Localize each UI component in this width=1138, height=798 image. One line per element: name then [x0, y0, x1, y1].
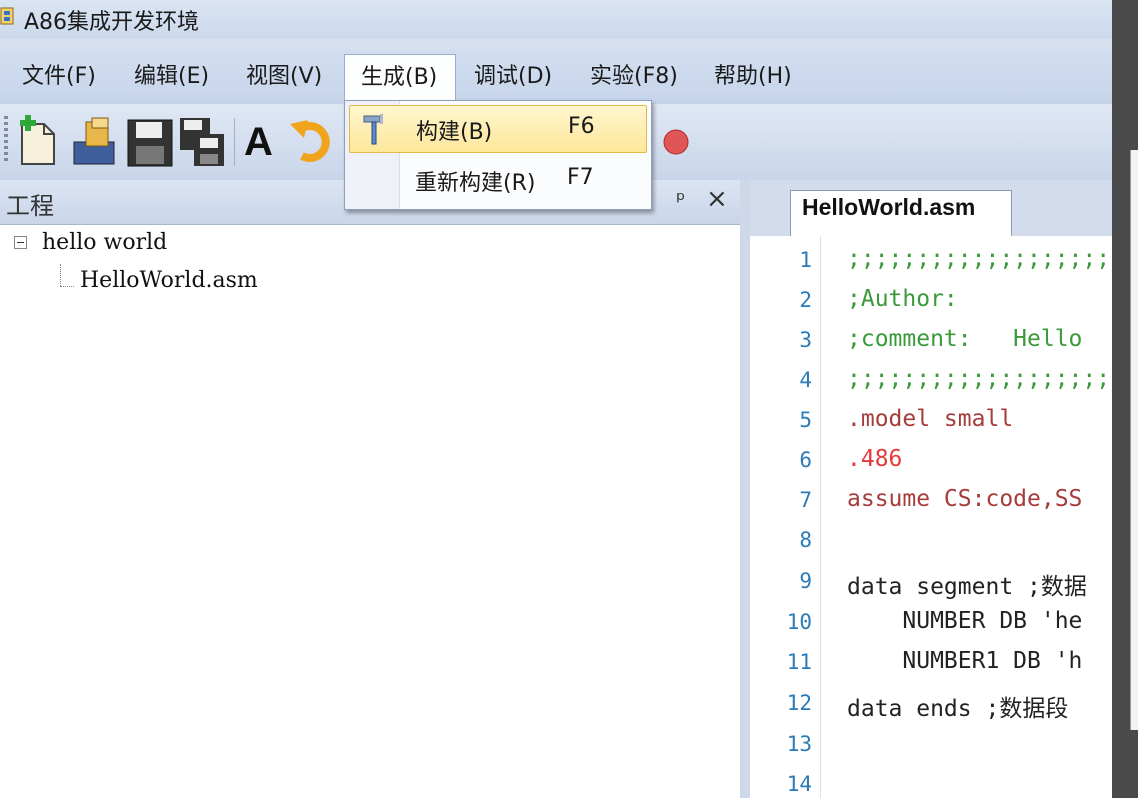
- line-number: 9: [799, 569, 812, 593]
- project-pane: 工程 ᵖ × hello world HelloWorld.asm: [0, 180, 740, 798]
- menu-bar: 文件(F) 编辑(E) 视图(V) 生成(B) 调试(D) 实验(F8) 帮助(…: [0, 50, 1112, 104]
- line-number: 3: [799, 328, 812, 352]
- line-number: 10: [786, 610, 812, 634]
- code-line: NUMBER DB 'he: [847, 608, 1083, 634]
- line-number: 7: [799, 488, 812, 512]
- close-pane-icon[interactable]: ×: [706, 184, 728, 214]
- line-number: 4: [799, 368, 812, 392]
- title-bar: A86集成开发环境: [0, 0, 1112, 38]
- line-number-gutter: 1 2 3 4 5 6 7 8 9 10 11 12 13 14: [750, 236, 821, 798]
- menu-edit[interactable]: 编辑(E): [134, 54, 209, 100]
- menu-debug[interactable]: 调试(D): [474, 54, 552, 100]
- menu-item-rebuild-label: 重新构建(R): [415, 171, 536, 196]
- menu-view[interactable]: 视图(V): [246, 54, 322, 100]
- code-line: ;;;;;;;;;;;;;;;;;;;;: [847, 246, 1112, 272]
- line-number: 8: [799, 528, 812, 552]
- line-number: 6: [799, 448, 812, 472]
- save-all-icon[interactable]: [176, 114, 228, 170]
- save-icon[interactable]: [124, 114, 176, 170]
- menu-item-build-shortcut: F6: [568, 114, 595, 139]
- code-line: ;comment: Hello: [847, 326, 1083, 352]
- code-line: NUMBER1 DB 'h: [847, 648, 1083, 674]
- pin-icon[interactable]: ᵖ: [676, 188, 685, 213]
- line-number: 12: [786, 691, 812, 715]
- toolbar-separator: [234, 118, 235, 166]
- window-title: A86集成开发环境: [24, 10, 200, 35]
- code-line: assume CS:code,SS: [847, 486, 1083, 512]
- menu-experiment[interactable]: 实验(F8): [590, 54, 678, 100]
- project-pane-title: 工程: [6, 192, 54, 220]
- code-line: ;;;;;;;;;;;;;;;;;;;;: [847, 366, 1112, 392]
- code-editor[interactable]: 1 2 3 4 5 6 7 8 9 10 11 12 13 14 ;;;;;;;…: [750, 236, 1112, 798]
- new-file-icon[interactable]: [12, 114, 64, 170]
- project-tree: hello world HelloWorld.asm: [0, 224, 740, 798]
- menu-file[interactable]: 文件(F): [22, 54, 96, 100]
- menu-item-build[interactable]: 构建(B) F6: [349, 105, 647, 153]
- code-line: data segment ;数据: [847, 574, 1087, 600]
- menu-help[interactable]: 帮助(H): [714, 54, 792, 100]
- menu-build[interactable]: 生成(B): [344, 54, 456, 104]
- pane-splitter[interactable]: [740, 180, 750, 798]
- toolbar-grip[interactable]: [4, 116, 8, 164]
- line-number: 1: [799, 248, 812, 272]
- side-panel-edge: [1130, 150, 1138, 730]
- tree-connector: [60, 286, 74, 287]
- tree-connector: [60, 264, 61, 286]
- menu-item-rebuild[interactable]: 重新构建(R) F7: [349, 157, 647, 205]
- collapse-toggle-icon[interactable]: [14, 236, 27, 249]
- window-icon: [0, 7, 14, 25]
- code-line: data ends ;数据段: [847, 696, 1069, 722]
- tab-helloworld-label: HelloWorld.asm: [802, 194, 976, 220]
- tree-node-file[interactable]: HelloWorld.asm: [80, 268, 258, 293]
- code-line: ;Author:: [847, 286, 958, 312]
- tree-node-project[interactable]: hello world: [42, 230, 167, 255]
- line-number: 13: [786, 732, 812, 756]
- line-number: 11: [786, 650, 812, 674]
- menu-item-rebuild-shortcut: F7: [567, 165, 594, 190]
- line-number: 14: [786, 772, 812, 796]
- undo-icon[interactable]: [288, 114, 340, 170]
- line-number: 2: [799, 288, 812, 312]
- build-hammer-icon: [363, 114, 383, 145]
- code-line: .model small: [847, 406, 1014, 432]
- stop-icon[interactable]: [650, 114, 702, 170]
- build-menu-dropdown: 构建(B) F6 重新构建(R) F7: [344, 100, 652, 210]
- open-folder-icon[interactable]: [68, 114, 120, 170]
- menu-item-build-label: 构建(B): [416, 120, 493, 145]
- line-number: 5: [799, 408, 812, 432]
- code-line: .486: [847, 446, 903, 472]
